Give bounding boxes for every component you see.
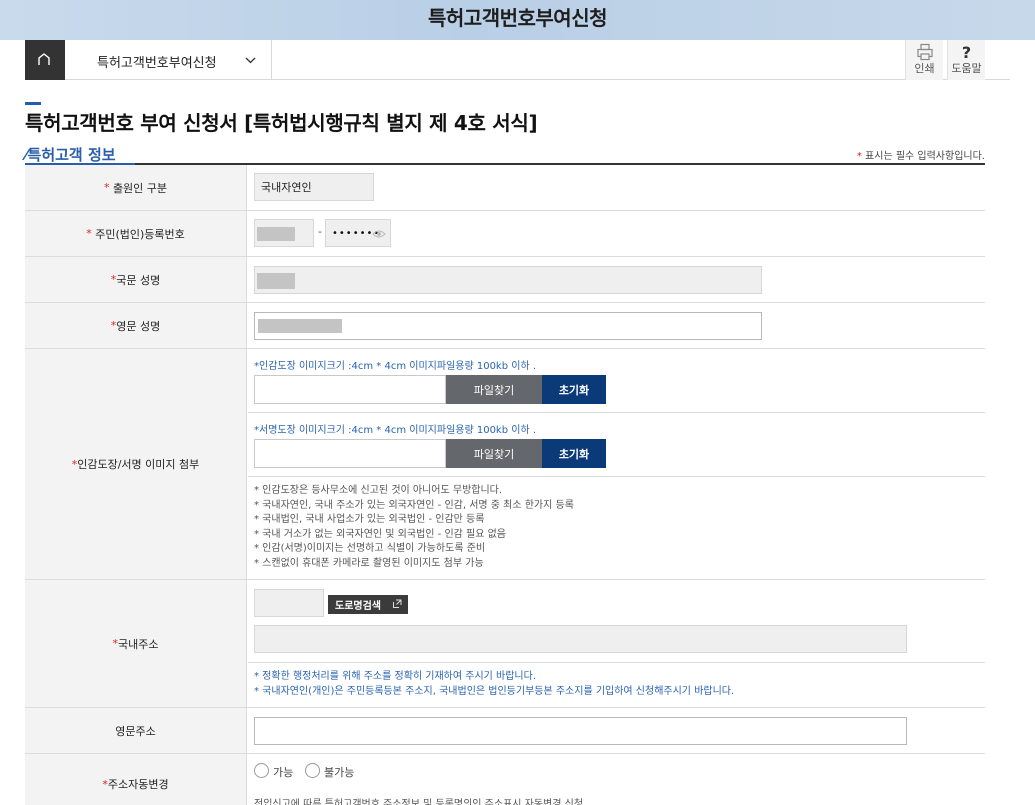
masked-value bbox=[258, 319, 342, 333]
divider bbox=[248, 476, 985, 477]
seal-reset-button[interactable]: 초기화 bbox=[542, 375, 606, 404]
signature-reset-button[interactable]: 초기화 bbox=[542, 439, 606, 468]
road-name-search-button[interactable]: 도로명검색 bbox=[328, 595, 408, 614]
note-item: * 국내자연인(개인)은 주민등록등본 주소지, 국내법인은 법인등기부등본 주… bbox=[254, 685, 735, 697]
divider bbox=[248, 662, 985, 663]
field-label: * 주민(법인)등록번호 bbox=[25, 211, 247, 256]
note-item: * 인감도장은 등사무소에 신고된 것이 아니어도 무방합니다. bbox=[254, 485, 503, 496]
app-banner: 특허고객번호부여신청 bbox=[0, 0, 1035, 40]
row-korean-name: * 국문 성명 bbox=[25, 257, 985, 303]
row-domestic-address: * 국내주소 도로명검색 * 정확한 행정처리를 위해 주소를 정확히 기재하여 … bbox=[25, 580, 985, 708]
row-applicant-type: * 출원인 구분 국내자연인 bbox=[25, 165, 985, 211]
row-registration-number: * 주민(법인)등록번호 - ••••••• bbox=[25, 211, 985, 257]
note-item: * 국내법인, 국내 사업소가 있는 외국법인 - 인감만 등록 bbox=[254, 514, 485, 525]
signature-image-hint: *서명도장 이미지크기 :4cm * 4cm 이미지파일용량 100kb 이하 … bbox=[254, 425, 537, 436]
field-label: * 국문 성명 bbox=[25, 257, 247, 302]
customer-info-form: * 출원인 구분 국내자연인 * 주민(법인)등록번호 - ••••••• * … bbox=[25, 165, 985, 805]
masked-value bbox=[257, 273, 295, 289]
row-seal-signature: * 인감도장/서명 이미지 첨부 *인감도장 이미지크기 :4cm * 4cm 이… bbox=[25, 349, 985, 580]
field-label: * 영문 성명 bbox=[25, 303, 247, 348]
radio-impossible[interactable] bbox=[305, 763, 320, 778]
masked-value bbox=[257, 227, 295, 241]
seal-find-file-button[interactable]: 파일찾기 bbox=[446, 375, 542, 404]
home-icon bbox=[38, 53, 50, 65]
page-title: 특허고객번호 부여 신청서 [특허법시행규칙 별지 제 4호 서식] bbox=[25, 111, 538, 135]
menu-dropdown-label: 특허고객번호부여신청 bbox=[97, 56, 217, 71]
seal-notes: * 인감도장은 등사무소에 신고된 것이 아니어도 무방합니다. * 국내자연인… bbox=[254, 484, 574, 571]
help-icon: ? bbox=[961, 43, 972, 62]
print-label: 인쇄 bbox=[914, 62, 935, 75]
radio-possible-label: 가능 bbox=[273, 766, 294, 779]
home-button[interactable] bbox=[25, 40, 65, 80]
row-english-name: * 영문 성명 bbox=[25, 303, 985, 349]
help-label: 도움말 bbox=[951, 62, 982, 75]
printer-icon bbox=[906, 43, 943, 63]
title-accent-bar bbox=[25, 102, 41, 105]
divider bbox=[248, 412, 985, 413]
address-notes: * 정확한 행정처리를 위해 주소를 정확히 기재하여 주시기 바랍니다. * … bbox=[254, 670, 734, 699]
english-address-input[interactable] bbox=[254, 717, 907, 745]
applicant-type-field: 국내자연인 bbox=[254, 173, 374, 201]
reg-number-separator: - bbox=[318, 225, 322, 238]
radio-impossible-label: 불가능 bbox=[324, 766, 355, 779]
menu-dropdown[interactable]: 특허고객번호부여신청 bbox=[65, 40, 272, 80]
signature-file-field[interactable] bbox=[254, 439, 446, 468]
korean-name-field bbox=[254, 266, 762, 294]
field-label: * 국내주소 bbox=[25, 580, 247, 707]
seal-image-hint: *인감도장 이미지크기 :4cm * 4cm 이미지파일용량 100kb 이하 … bbox=[254, 361, 537, 372]
field-label: * 인감도장/서명 이미지 첨부 bbox=[25, 349, 247, 579]
field-label: * 출원인 구분 bbox=[25, 165, 247, 210]
note-item: * 인감(서명)이미지는 선명하고 식별이 가능하도록 준비 bbox=[254, 543, 486, 554]
top-navigation-bar: 특허고객번호부여신청 인쇄 ? 도움말 bbox=[25, 40, 1010, 80]
print-button[interactable]: 인쇄 bbox=[905, 40, 943, 80]
required-note: * 표시는 필수 입력사항입니다. bbox=[856, 151, 985, 162]
section-title: ⁄특허고객 정보 bbox=[25, 144, 116, 165]
note-item: * 국내자연인, 국내 주소가 있는 외국자연인 - 인감, 서명 중 최소 한… bbox=[254, 499, 574, 511]
external-link-icon bbox=[393, 599, 402, 608]
note-item: * 정확한 행정처리를 위해 주소를 정확히 기재하여 주시기 바랍니다. bbox=[254, 671, 537, 682]
radio-possible[interactable] bbox=[254, 763, 269, 778]
field-label: * 주소자동변경 bbox=[25, 754, 247, 805]
signature-find-file-button[interactable]: 파일찾기 bbox=[446, 439, 542, 468]
note-item: * 국내 거소가 없는 외국자연인 및 외국법인 - 인감 필요 없음 bbox=[254, 528, 506, 540]
note-item: * 스캔없이 휴대폰 카메라로 촬영된 이미지도 첨부 가능 bbox=[254, 557, 484, 569]
postal-code-field bbox=[254, 589, 324, 617]
address-field bbox=[254, 625, 907, 653]
seal-file-field[interactable] bbox=[254, 375, 446, 404]
auto-change-note: 전입신고에 따른 특허고객번호 주소정보 및 등록명의인 주소표시 자동변경 신… bbox=[254, 799, 584, 805]
chevron-down-icon bbox=[245, 57, 256, 64]
banner-title: 특허고객번호부여신청 bbox=[428, 6, 608, 30]
section-title-text: 특허고객 정보 bbox=[27, 146, 116, 164]
reg-number-front-field bbox=[254, 219, 314, 247]
row-english-address: 영문주소 bbox=[25, 708, 985, 754]
english-name-input[interactable] bbox=[254, 312, 762, 340]
eye-icon[interactable] bbox=[372, 229, 386, 239]
field-label: 영문주소 bbox=[25, 708, 247, 753]
help-button[interactable]: ? 도움말 bbox=[947, 40, 985, 80]
row-auto-address-change: * 주소자동변경 가능 불가능 전입신고에 따른 특허고객번호 주소정보 및 등록… bbox=[25, 754, 985, 805]
road-name-search-label: 도로명검색 bbox=[335, 601, 381, 612]
reg-number-back-field: ••••••• bbox=[325, 219, 391, 247]
